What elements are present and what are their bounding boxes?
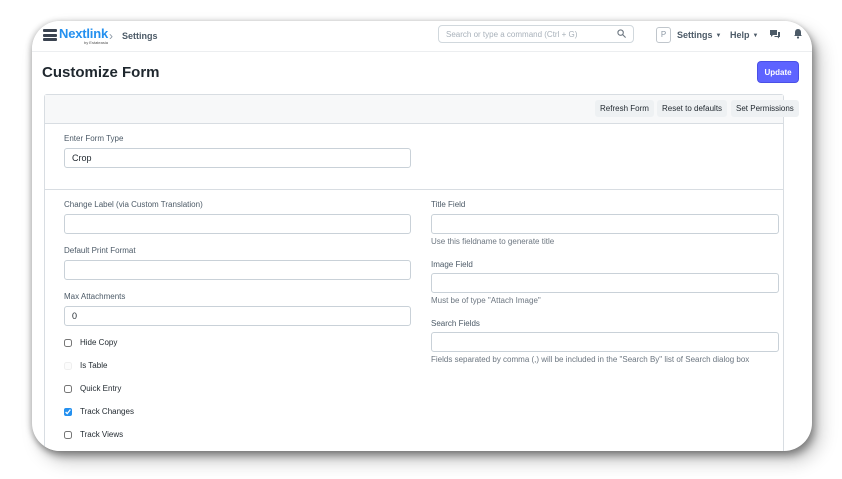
image-field-input[interactable] — [431, 273, 779, 293]
search-icon[interactable] — [617, 29, 626, 38]
is-table-label: Is Table — [80, 361, 108, 370]
breadcrumb-settings[interactable]: Settings — [122, 31, 158, 41]
track-changes-row[interactable]: Track Changes — [64, 407, 134, 416]
print-format-input[interactable] — [64, 260, 411, 280]
track-views-row[interactable]: Track Views — [64, 430, 123, 439]
search-fields-input[interactable] — [431, 332, 779, 352]
hamburger-icon — [43, 29, 57, 41]
quick-entry-checkbox[interactable] — [64, 384, 72, 393]
image-field-help: Must be of type "Attach Image" — [431, 296, 541, 305]
brand-name: Nextlink — [59, 26, 108, 41]
settings-menu-label: Settings — [677, 30, 713, 40]
chevron-right-icon: › — [109, 29, 113, 43]
page-title: Customize Form — [42, 64, 160, 81]
track-views-checkbox[interactable] — [64, 430, 72, 439]
search-input[interactable] — [439, 26, 616, 42]
brand-subtitle: by Estateasia — [83, 40, 108, 45]
search-fields-label: Search Fields — [431, 319, 480, 328]
max-attachments-label: Max Attachments — [64, 292, 126, 301]
app-window: Nextlink by Estateasia › Settings P Sett… — [32, 21, 812, 451]
hide-copy-row[interactable]: Hide Copy — [64, 338, 117, 347]
track-changes-label: Track Changes — [80, 407, 134, 416]
caret-down-icon: ▼ — [752, 33, 759, 39]
update-button[interactable]: Update — [758, 62, 798, 82]
title-field-input[interactable] — [431, 214, 779, 234]
is-table-row: Is Table — [64, 361, 107, 370]
change-label-label: Change Label (via Custom Translation) — [64, 200, 203, 209]
title-field-label: Title Field — [431, 200, 466, 209]
quick-entry-row[interactable]: Quick Entry — [64, 384, 121, 393]
help-menu-label: Help — [730, 30, 750, 40]
set-permissions-button[interactable]: Set Permissions — [731, 100, 799, 117]
help-menu[interactable]: Help ▼ — [730, 30, 758, 40]
track-changes-checkbox[interactable] — [64, 407, 72, 416]
bell-icon[interactable] — [793, 28, 803, 39]
hide-copy-checkbox[interactable] — [64, 338, 72, 347]
title-field-help: Use this fieldname to generate title — [431, 237, 555, 246]
chat-icon[interactable] — [769, 29, 781, 39]
settings-menu[interactable]: Settings ▼ — [677, 30, 721, 40]
section-divider — [45, 189, 783, 190]
navbar: Nextlink by Estateasia › Settings P Sett… — [32, 21, 812, 52]
awesomebar — [438, 25, 634, 43]
reset-to-defaults-button[interactable]: Reset to defaults — [657, 100, 728, 117]
customize-form-card: Refresh Form Reset to defaults Set Permi… — [44, 94, 799, 451]
form-type-label: Enter Form Type — [64, 134, 124, 143]
is-table-checkbox — [64, 361, 72, 370]
avatar[interactable]: P — [656, 27, 671, 43]
search-fields-help: Fields separated by comma (,) will be in… — [431, 355, 750, 364]
hide-copy-label: Hide Copy — [80, 338, 118, 347]
form-toolbar: Refresh Form Reset to defaults Set Permi… — [45, 95, 799, 124]
track-views-label: Track Views — [80, 430, 124, 439]
max-attachments-input[interactable] — [64, 306, 411, 326]
caret-down-icon: ▼ — [715, 33, 722, 39]
print-format-label: Default Print Format — [64, 246, 136, 255]
quick-entry-label: Quick Entry — [80, 384, 122, 393]
image-field-label: Image Field — [431, 260, 473, 269]
app-logo[interactable]: Nextlink by Estateasia — [43, 27, 108, 45]
change-label-input[interactable] — [64, 214, 411, 234]
form-type-input[interactable] — [64, 148, 411, 168]
refresh-form-button[interactable]: Refresh Form — [595, 100, 654, 117]
